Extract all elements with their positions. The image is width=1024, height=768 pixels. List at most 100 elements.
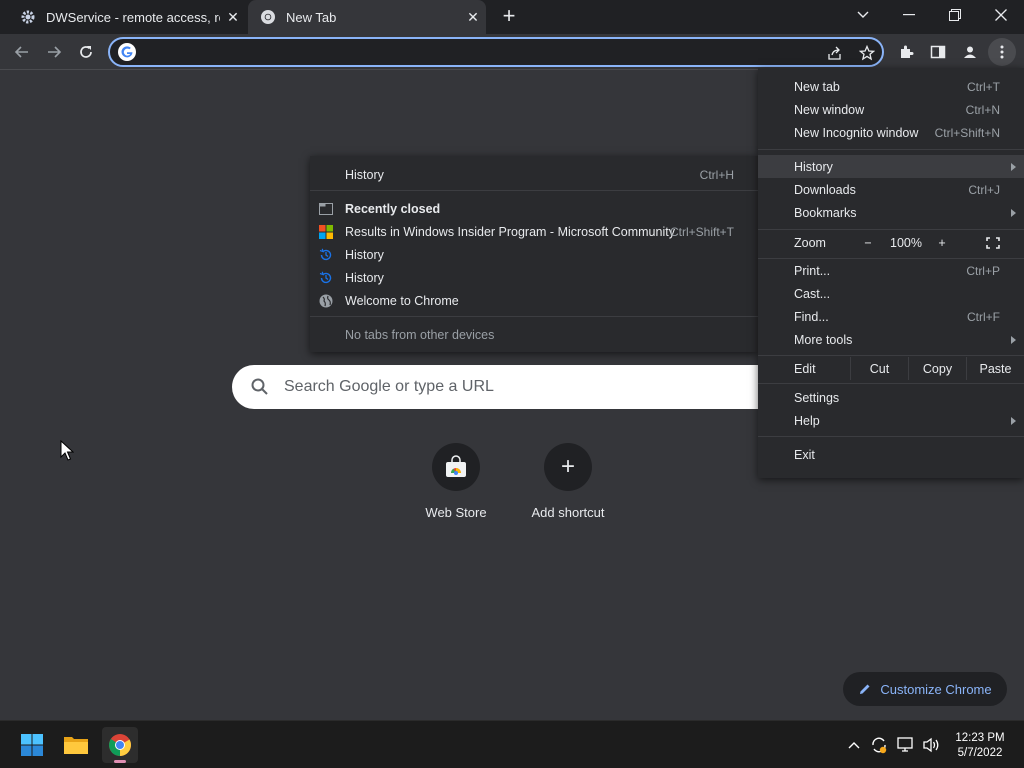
paste-button[interactable]: Paste [966,357,1024,380]
zoom-in-button[interactable]: + [928,231,956,254]
address-bar[interactable] [108,37,884,67]
extensions-icon[interactable] [892,38,920,66]
profile-icon[interactable] [956,38,984,66]
menu-item-label: Edit [794,361,816,376]
plus-icon: + [560,453,575,480]
bookmark-star-icon[interactable] [858,44,876,62]
history-icon [318,270,334,286]
menu-item-history[interactable]: History [758,155,1024,178]
back-icon[interactable] [8,38,36,66]
shortcut-tile: + [544,443,592,491]
menu-item-more-tools[interactable]: More tools [758,328,1024,351]
tab-dwservice[interactable]: DWService - remote access, remote ✕ [8,0,246,34]
start-button[interactable] [14,727,50,763]
system-clock[interactable]: 12:23 PM 5/7/2022 [944,731,1016,761]
recently-closed-item[interactable]: Welcome to Chrome [310,289,758,312]
tab-icon [318,201,334,217]
menu-item-label: New Incognito window [794,125,919,140]
divider [310,316,758,317]
menu-item-new-window[interactable]: New window Ctrl+N [758,98,1024,121]
forward-icon[interactable] [40,38,68,66]
tab-title: New Tab [286,9,337,25]
taskbar: 12:23 PM 5/7/2022 [0,720,1024,768]
menu-item-exit[interactable]: Exit [758,443,1024,466]
recently-closed-header: Recently closed [310,197,758,220]
recently-closed-item[interactable]: History [310,266,758,289]
globe-icon [318,293,334,309]
tab-search-icon[interactable] [840,0,886,30]
shortcut-text: Ctrl+Shift+N [934,125,1000,140]
history-submenu: History Ctrl+H Recently closed Results i… [310,156,758,352]
menu-item-label: Print... [794,263,831,278]
chrome-menu: New tab Ctrl+T New window Ctrl+N New Inc… [758,68,1024,478]
new-tab-button[interactable]: + [496,4,522,30]
menu-item-print[interactable]: Print... Ctrl+P [758,259,1024,282]
cut-button[interactable]: Cut [850,357,908,380]
menu-item-downloads[interactable]: Downloads Ctrl+J [758,178,1024,201]
shortcut-text: Ctrl+Shift+T [669,224,734,239]
shortcut-text: Ctrl+F [967,309,1000,324]
menu-item-label: Cast... [794,286,831,301]
menu-zoom-row: Zoom − 100% + [758,231,1024,254]
sync-icon[interactable] [869,735,889,755]
submenu-item-history[interactable]: History Ctrl+H [310,163,758,186]
recently-closed-item[interactable]: History [310,243,758,266]
chevron-up-icon[interactable] [844,735,864,755]
share-icon[interactable] [826,44,844,62]
shortcut-text: Ctrl+T [967,79,1000,94]
submenu-arrow-icon [1011,416,1016,425]
menu-item-help[interactable]: Help [758,409,1024,432]
network-icon[interactable] [896,735,916,755]
menu-item-label: History [794,159,833,174]
submenu-arrow-icon [1011,208,1016,217]
recently-closed-item[interactable]: Results in Windows Insider Program - Mic… [310,220,758,243]
menu-item-label: More tools [794,332,853,347]
minimize-icon[interactable] [886,0,932,30]
menu-item-label: Results in Windows Insider Program - Mic… [345,224,675,239]
ntp-search-box[interactable]: Search Google or type a URL [232,365,792,409]
menu-item-find[interactable]: Find... Ctrl+F [758,305,1024,328]
pencil-icon [860,684,870,694]
menu-item-new-tab[interactable]: New tab Ctrl+T [758,75,1024,98]
zoom-out-button[interactable]: − [854,231,882,254]
volume-icon[interactable] [921,735,941,755]
customize-label: Customize Chrome [880,681,992,697]
close-icon[interactable]: ✕ [220,9,246,26]
copy-button[interactable]: Copy [908,357,966,380]
search-icon [251,378,268,395]
restore-icon[interactable] [932,0,978,30]
menu-item-settings[interactable]: Settings [758,386,1024,409]
fullscreen-icon[interactable] [980,231,1006,254]
menu-item-incognito[interactable]: New Incognito window Ctrl+Shift+N [758,121,1024,144]
chrome-logo-icon [109,734,131,756]
clock-time: 12:23 PM [955,732,1005,744]
shortcut-text: Ctrl+H [699,167,734,182]
reload-icon[interactable] [72,38,100,66]
chrome-taskbar-button[interactable] [102,727,138,763]
menu-item-label: New window [794,102,865,117]
active-indicator [114,760,126,763]
tab-title: DWService - remote access, remote [46,9,220,25]
window-close-icon[interactable] [978,0,1024,30]
close-icon[interactable]: ✕ [460,9,486,26]
shortcut-add[interactable]: + Add shortcut [518,443,618,520]
shortcut-label: Add shortcut [531,505,605,520]
menu-item-label: No tabs from other devices [345,327,495,342]
history-icon [318,247,334,263]
tab-new-tab[interactable]: New Tab ✕ [248,0,486,34]
shortcut-web-store[interactable]: Web Store [406,443,506,520]
menu-item-label: Zoom [794,235,826,250]
divider [310,190,758,191]
tab-strip: DWService - remote access, remote ✕ New … [0,0,1024,34]
file-explorer-button[interactable] [58,727,94,763]
menu-item-bookmarks[interactable]: Bookmarks [758,201,1024,224]
side-panel-icon[interactable] [924,38,952,66]
customize-chrome-button[interactable]: Customize Chrome [843,672,1007,706]
divider [758,436,1024,437]
menu-item-label: Downloads [794,182,856,197]
zoom-level: 100% [890,235,922,250]
menu-item-label: History [345,167,384,182]
menu-item-cast[interactable]: Cast... [758,282,1024,305]
shortcut-label: Web Store [425,505,487,520]
menu-kebab-icon[interactable] [988,38,1016,66]
